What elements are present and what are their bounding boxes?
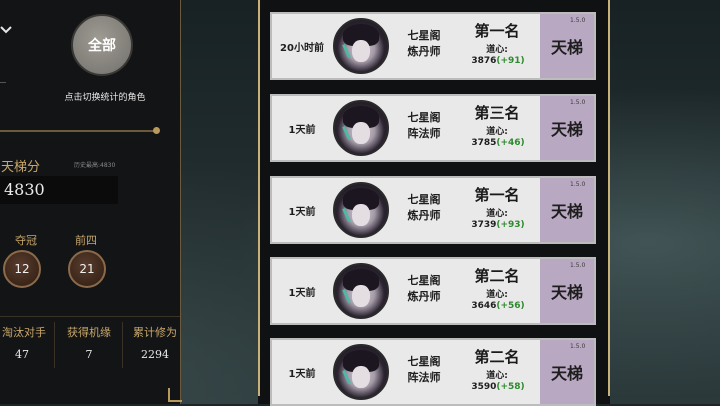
slider-track	[0, 130, 156, 132]
mode-tag: 天梯	[540, 259, 594, 323]
match-rank: 第一名	[474, 186, 520, 204]
frame-border	[608, 0, 610, 396]
match-card[interactable]: 1天前 七星阁 炼丹师 第一名 道心: 3739(+93) 天梯 1.5.0	[270, 176, 596, 244]
ladder-score: 4830	[4, 180, 45, 199]
champion-label: 夺冠	[15, 234, 37, 247]
mode-tag: 天梯	[540, 14, 594, 78]
eliminated-value: 47	[15, 348, 29, 361]
divider	[0, 82, 6, 83]
mode-tag: 天梯	[540, 178, 594, 242]
match-rank: 第二名	[474, 267, 520, 285]
version-label: 1.5.0	[570, 99, 586, 106]
dao-heart-label: 道心:	[486, 127, 508, 137]
match-card[interactable]: 1天前 七星阁 炼丹师 第二名 道心: 3646(+56) 天梯 1.5.0	[270, 257, 596, 325]
match-time: 20小时前	[280, 42, 324, 54]
frame-border	[258, 0, 260, 396]
character-class: 七星阁 炼丹师	[407, 193, 441, 222]
version-label: 1.5.0	[570, 262, 586, 269]
fortune-label: 获得机缘	[67, 326, 111, 339]
eliminated-label: 淘汰对手	[2, 326, 46, 339]
switch-hint: 点击切换统计的角色	[64, 93, 146, 103]
divider	[0, 316, 180, 317]
match-time: 1天前	[288, 368, 316, 380]
divider	[54, 322, 55, 368]
cultivation-value: 2294	[141, 348, 169, 361]
match-rank: 第一名	[474, 22, 520, 40]
slider-knob[interactable]	[153, 127, 160, 134]
dao-heart-value: 3785(+46)	[471, 138, 525, 148]
match-card[interactable]: 1天前 七星阁 阵法师 第二名 道心: 3590(+58) 天梯 1.5.0	[270, 338, 596, 406]
fortune-value: 7	[85, 348, 93, 361]
character-avatar	[333, 263, 389, 319]
character-class: 七星阁 炼丹师	[407, 274, 441, 303]
dao-heart-value: 3739(+93)	[471, 220, 525, 230]
match-time: 1天前	[288, 287, 316, 299]
match-time: 1天前	[288, 124, 316, 136]
dao-heart-value: 3590(+58)	[471, 382, 525, 392]
match-time: 1天前	[288, 206, 316, 218]
character-avatar	[333, 344, 389, 400]
version-label: 1.5.0	[570, 181, 586, 188]
all-characters-button[interactable]: 全部	[71, 14, 133, 76]
dao-heart-value: 3646(+56)	[471, 301, 525, 311]
character-class: 七星阁 阵法师	[407, 355, 441, 384]
dao-heart-value: 3876(+91)	[471, 56, 525, 66]
version-label: 1.5.0	[570, 343, 586, 350]
match-card[interactable]: 1天前 七星阁 阵法师 第三名 道心: 3785(+46) 天梯 1.5.0	[270, 94, 596, 162]
dao-heart-label: 道心:	[486, 45, 508, 55]
dao-heart-label: 道心:	[486, 371, 508, 381]
match-rank: 第二名	[474, 348, 520, 366]
mode-tag: 天梯	[540, 340, 594, 404]
dao-heart-label: 道心:	[486, 209, 508, 219]
match-rank: 第三名	[474, 104, 520, 122]
character-avatar	[333, 182, 389, 238]
top-four-count: 21	[68, 250, 106, 288]
version-label: 1.5.0	[570, 17, 586, 24]
cultivation-label: 累计修为	[133, 326, 177, 339]
history-best: 历史最高:4830	[74, 162, 116, 169]
champion-count: 12	[3, 250, 41, 288]
frame-corner	[168, 388, 182, 402]
dao-heart-label: 道心:	[486, 290, 508, 300]
character-class: 七星阁 炼丹师	[407, 29, 441, 58]
mode-tag: 天梯	[540, 96, 594, 160]
match-card[interactable]: 20小时前 七星阁 炼丹师 第一名 道心: 3876(+91) 天梯 1.5.0	[270, 12, 596, 80]
character-class: 七星阁 阵法师	[407, 111, 441, 140]
chevron-down-icon[interactable]	[0, 24, 12, 36]
character-avatar	[333, 100, 389, 156]
character-avatar	[333, 18, 389, 74]
ladder-score-title: 天梯分	[1, 160, 41, 175]
divider	[122, 322, 123, 368]
top-four-label: 前四	[75, 234, 97, 247]
